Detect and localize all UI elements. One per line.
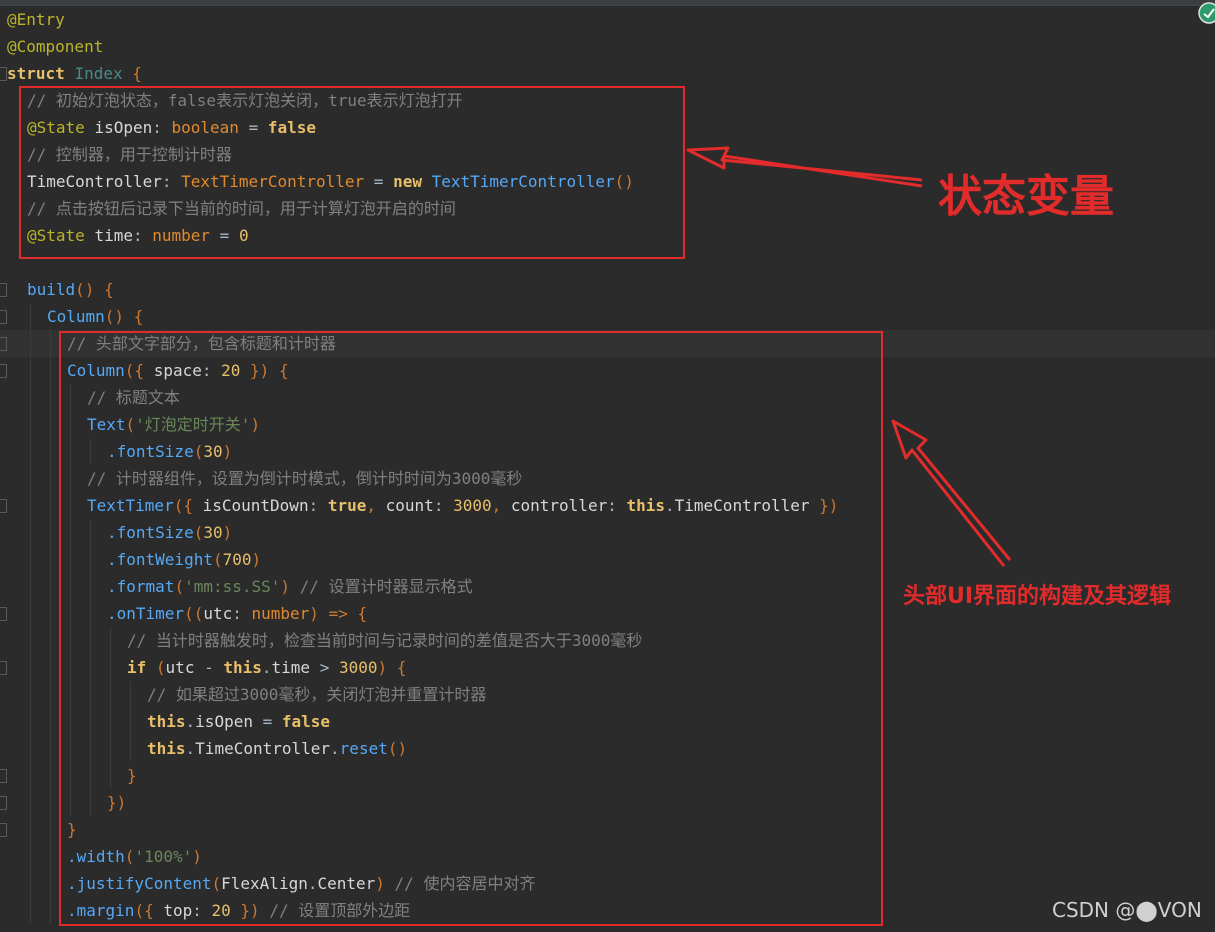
indent-guide [50,492,51,519]
indent-guide [30,681,31,708]
code-token: { [132,64,142,83]
indent-guide [50,411,51,438]
indent-guide [30,708,31,735]
indent-guide [50,627,51,654]
code-text: @Entry [7,6,65,33]
code-token: build [27,280,76,299]
indent-guide [50,465,51,492]
header-ui-label: 头部UI界面的构建及其逻辑 [903,584,1172,609]
state-vars-label: 状态变量 [938,171,1114,222]
indent-guide [30,600,31,627]
indent-guide [50,870,51,897]
indent-guide [30,303,31,330]
fold-marker-icon[interactable] [0,661,7,675]
indent-guide [50,789,51,816]
fold-marker-icon[interactable] [0,769,7,783]
watermark: CSDN @⬤VON [1052,898,1202,922]
fold-marker-icon[interactable] [0,499,7,513]
code-line[interactable]: @Component [0,33,1215,60]
indent-guide [50,519,51,546]
code-token: () [104,307,134,326]
indent-guide [50,438,51,465]
indent-guide [30,546,31,573]
plugin-icon[interactable] [1198,2,1215,24]
indent-guide [50,816,51,843]
indent-guide [50,546,51,573]
fold-marker-icon[interactable] [0,607,7,621]
indent-guide [30,762,31,789]
code-line[interactable]: struct Index { [0,60,1215,87]
code-token: @Component [7,37,104,56]
indent-guide [50,330,51,357]
fold-marker-icon[interactable] [0,796,7,810]
fold-marker-icon[interactable] [0,310,7,324]
code-line[interactable]: Column() { [0,303,1215,330]
code-text: struct Index { [7,60,142,87]
state-vars-highlight-box [19,86,685,259]
indent-guide [50,762,51,789]
indent-guide [30,465,31,492]
fold-marker-icon[interactable] [0,283,7,297]
indent-guide [50,897,51,924]
indent-guide [30,384,31,411]
code-token: { [104,280,114,299]
indent-guide [30,870,31,897]
code-text: build() { [27,276,114,303]
indent-guide [50,573,51,600]
indent-guide [30,816,31,843]
code-text: Column() { [47,303,143,330]
indent-guide [30,492,31,519]
header-ui-highlight-box [59,331,883,926]
code-token: Column [47,307,105,326]
indent-guide [50,654,51,681]
indent-guide [30,627,31,654]
indent-guide [50,735,51,762]
indent-guide [30,573,31,600]
indent-guide [30,519,31,546]
fold-marker-icon[interactable] [0,364,7,378]
indent-guide [30,411,31,438]
indent-guide [30,843,31,870]
code-line[interactable]: build() { [0,276,1215,303]
code-token: struct [7,64,75,83]
indent-guide [30,897,31,924]
code-token: Index [74,64,133,83]
fold-marker-icon[interactable] [0,67,7,81]
indent-guide [50,357,51,384]
code-token: { [133,307,144,326]
indent-guide [50,681,51,708]
indent-guide [50,384,51,411]
indent-guide [30,654,31,681]
indent-guide [30,357,31,384]
fold-marker-icon[interactable] [0,823,7,837]
indent-guide [30,789,31,816]
indent-guide [30,735,31,762]
code-text: @Component [7,33,103,60]
indent-guide [50,600,51,627]
code-line[interactable]: @Entry [0,6,1215,33]
indent-guide [50,843,51,870]
code-token: () [75,280,105,299]
indent-guide [50,708,51,735]
indent-guide [30,330,31,357]
fold-marker-icon[interactable] [0,337,7,351]
code-token: @Entry [7,10,65,29]
indent-guide [30,438,31,465]
